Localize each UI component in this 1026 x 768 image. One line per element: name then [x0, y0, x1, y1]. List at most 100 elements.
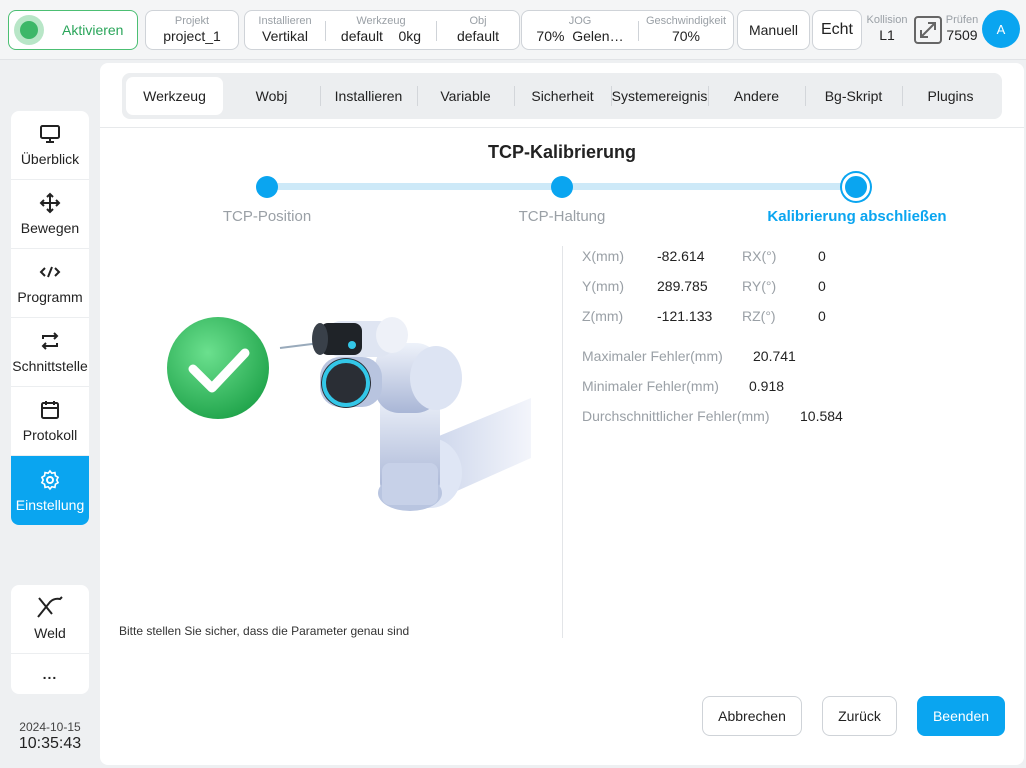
- collision-status[interactable]: Kollision L1: [864, 14, 910, 52]
- clock: 2024-10-15 10:35:43: [0, 720, 100, 753]
- tool-value: default: [340, 28, 383, 44]
- cancel-button[interactable]: Abbrechen: [702, 696, 802, 736]
- sidebar-item-move[interactable]: Bewegen: [11, 180, 89, 249]
- sidebar-item-log[interactable]: Protokoll: [11, 387, 89, 456]
- hint-text: Bitte stellen Sie sicher, dass die Param…: [119, 624, 410, 638]
- finish-button[interactable]: Beenden: [917, 696, 1005, 736]
- robot-arm-image: [279, 317, 531, 511]
- panel-divider: [562, 246, 563, 638]
- code-icon: [39, 261, 61, 283]
- y-label: Y(mm): [582, 278, 624, 294]
- tab-sicherheit[interactable]: Sicherheit: [514, 77, 611, 115]
- tab-andere[interactable]: Andere: [708, 77, 805, 115]
- weld-torch-icon: [36, 596, 64, 619]
- date-text: 2024-10-15: [19, 720, 81, 734]
- back-button[interactable]: Zurück: [822, 696, 897, 736]
- max-error-label: Maximaler Fehler(mm): [582, 348, 723, 364]
- tool-cell[interactable]: Werkzeug default 0kg: [326, 11, 436, 49]
- rz-label: RZ(°): [742, 308, 776, 324]
- top-bar: Aktivieren Projekt project_1 Installiere…: [0, 0, 1026, 60]
- calendar-icon: [39, 399, 61, 421]
- expand-icon[interactable]: [914, 16, 942, 44]
- tool-caption: Werkzeug: [356, 15, 406, 27]
- sidebar-item-label: Weld: [34, 625, 66, 641]
- tab-systemereignis[interactable]: Systemereignis: [611, 77, 708, 115]
- check-status[interactable]: Prüfen 7509: [942, 14, 982, 52]
- min-error-value: 0.918: [749, 378, 785, 394]
- page-title: TCP-Kalibrierung: [487, 142, 636, 162]
- monitor-icon: [39, 123, 61, 145]
- jog-percent: 70%: [536, 28, 565, 44]
- ry-value: 0: [818, 278, 826, 294]
- jog-speed-group[interactable]: JOG 70% Gelen… Geschwindigkeit 70%: [521, 10, 734, 50]
- speed-cell[interactable]: Geschwindigkeit 70%: [639, 11, 733, 49]
- avg-error-label: Durchschnittlicher Fehler(mm): [582, 408, 770, 424]
- sidebar-item-more[interactable]: ...: [11, 654, 89, 694]
- move-arrows-icon: [39, 192, 61, 214]
- sidebar-item-weld[interactable]: Weld: [11, 585, 89, 654]
- tab-installieren[interactable]: Installieren: [320, 77, 417, 115]
- divider: [100, 127, 1024, 128]
- speed-caption: Geschwindigkeit: [645, 15, 727, 27]
- tab-variable[interactable]: Variable: [417, 77, 514, 115]
- tab-werkzeug[interactable]: Werkzeug: [126, 77, 223, 115]
- step-label-2: TCP-Haltung: [518, 208, 606, 225]
- sidebar-item-label: Programm: [17, 289, 83, 305]
- settings-tabs: Werkzeug Wobj Installieren Variable Sich…: [122, 73, 1002, 119]
- activate-button[interactable]: Aktivieren: [8, 10, 138, 50]
- tool-status-group[interactable]: Installieren Vertikal Werkzeug default 0…: [244, 10, 520, 50]
- check-value: 7509: [946, 27, 978, 43]
- sidebar-item-label: Einstellung: [15, 496, 85, 513]
- swap-arrows-icon: [39, 330, 61, 352]
- step-label-3: Kalibrierung abschließen: [767, 208, 947, 225]
- tab-wobj[interactable]: Wobj: [223, 77, 320, 115]
- obj-caption: Obj: [469, 15, 487, 27]
- tool-load: 0kg: [398, 28, 422, 44]
- jog-mode: Gelen…: [572, 28, 624, 44]
- y-value: 289.785: [657, 278, 708, 294]
- z-label: Z(mm): [582, 308, 624, 324]
- rz-value: 0: [818, 308, 826, 324]
- ry-label: RY(°): [742, 278, 777, 294]
- check-caption: Prüfen: [945, 14, 979, 26]
- x-label: X(mm): [582, 248, 624, 264]
- sidebar-item-label: Überblick: [20, 151, 80, 167]
- step-dot-3: [842, 173, 870, 201]
- gear-icon: [39, 469, 61, 491]
- sidebar-extra: Weld ...: [11, 585, 89, 694]
- jog-cell[interactable]: JOG 70% Gelen…: [522, 11, 638, 49]
- tab-plugins[interactable]: Plugins: [902, 77, 999, 115]
- min-error-label: Minimaler Fehler(mm): [582, 378, 719, 394]
- obj-cell[interactable]: Obj default: [437, 11, 519, 49]
- rx-label: RX(°): [742, 248, 777, 264]
- avg-error-value: 10.584: [800, 408, 843, 424]
- step-label-1: TCP-Position: [222, 208, 312, 225]
- install-caption: Installieren: [258, 15, 312, 27]
- success-check-icon: [167, 317, 269, 419]
- project-value: project_1: [163, 28, 221, 44]
- x-value: -82.614: [657, 248, 705, 264]
- install-cell[interactable]: Installieren Vertikal: [245, 11, 325, 49]
- tab-bg-skript[interactable]: Bg-Skript: [805, 77, 902, 115]
- sidebar-nav: Überblick Bewegen Programm Schnittstelle…: [11, 111, 89, 525]
- collision-value: L1: [879, 27, 895, 43]
- sidebar-item-overview[interactable]: Überblick: [11, 111, 89, 180]
- manual-mode-button[interactable]: Manuell: [737, 10, 810, 50]
- real-mode-button[interactable]: Echt: [812, 10, 862, 50]
- obj-value: default: [456, 28, 500, 44]
- activate-label: Aktivieren: [62, 22, 124, 38]
- z-value: -121.133: [657, 308, 713, 324]
- more-icon: ...: [42, 666, 58, 682]
- avatar[interactable]: A: [982, 10, 1020, 48]
- project-selector[interactable]: Projekt project_1: [145, 10, 239, 50]
- sidebar-item-settings[interactable]: Einstellung: [11, 456, 89, 525]
- sidebar-item-program[interactable]: Programm: [11, 249, 89, 318]
- sidebar-item-label: Protokoll: [22, 427, 78, 443]
- time-text: 10:35:43: [18, 735, 82, 752]
- step-dot-1: [256, 176, 278, 198]
- settings-panel: Werkzeug Wobj Installieren Variable Sich…: [100, 63, 1024, 765]
- collision-caption: Kollision: [866, 14, 908, 26]
- install-value: Vertikal: [262, 28, 308, 44]
- sidebar-item-interface[interactable]: Schnittstelle: [11, 318, 89, 387]
- sidebar-item-label: Bewegen: [20, 220, 80, 236]
